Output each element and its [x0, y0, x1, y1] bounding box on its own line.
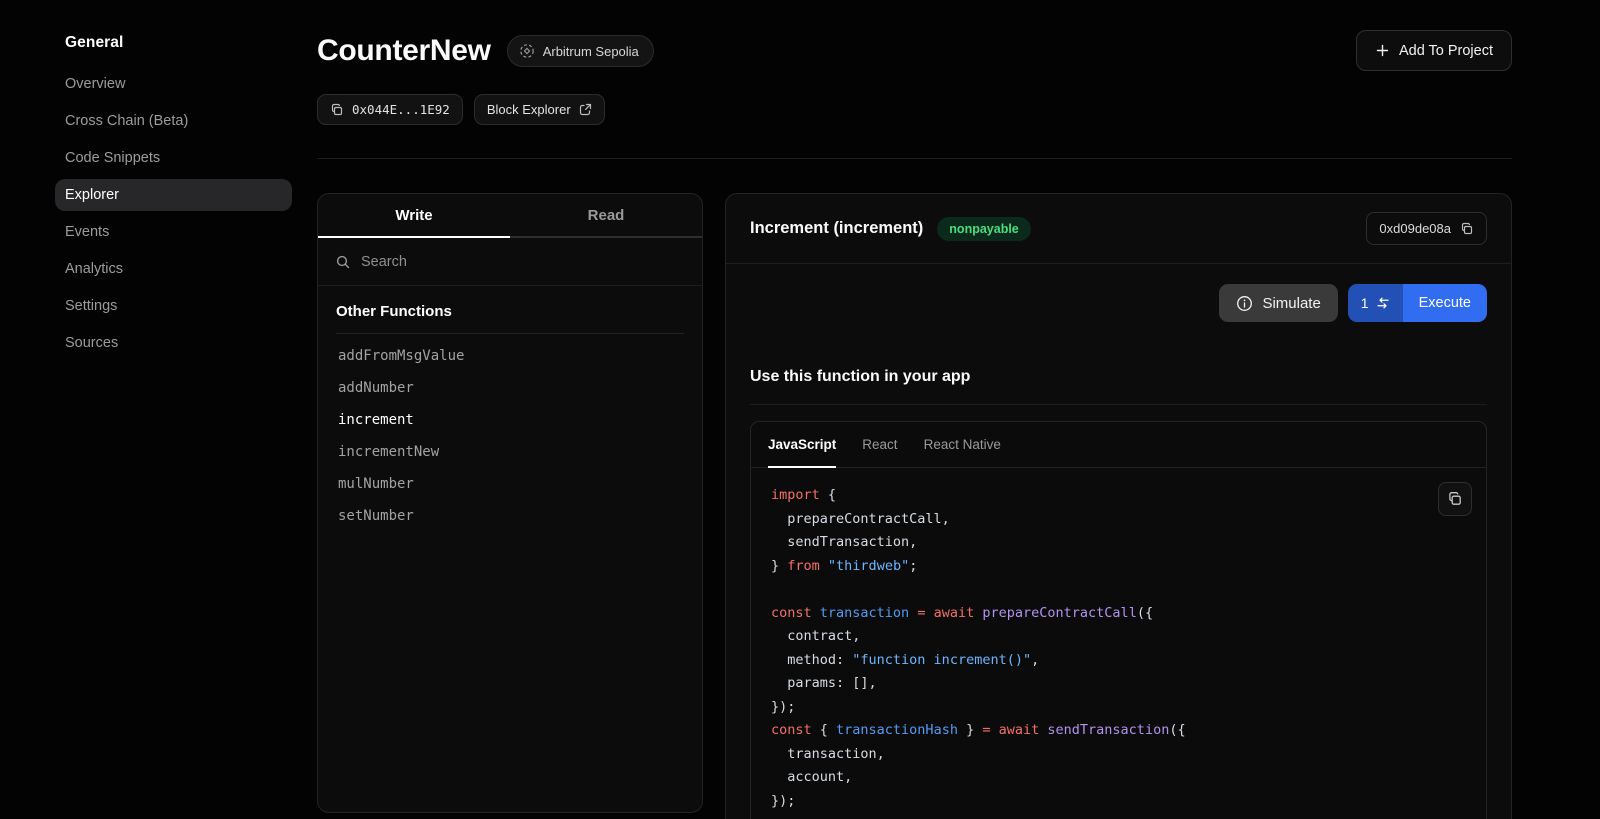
sidebar-item-events[interactable]: Events — [55, 216, 292, 248]
code-line: sendTransaction, — [771, 531, 1466, 555]
code-line: } from "thirdweb"; — [771, 555, 1466, 579]
function-detail-header: Increment (increment) nonpayable 0xd09de… — [726, 194, 1511, 264]
swap-arrows-icon — [1376, 297, 1390, 309]
code-line: import { — [771, 484, 1466, 508]
sidebar-item-analytics[interactable]: Analytics — [55, 253, 292, 285]
function-selector-value: 0xd09de08a — [1379, 221, 1451, 236]
function-item-setNumber[interactable]: setNumber — [336, 500, 684, 532]
function-item-addNumber[interactable]: addNumber — [336, 372, 684, 404]
contract-address-chip[interactable]: 0x044E...1E92 — [317, 94, 463, 125]
functions-panel: WriteRead Other Functions addFromMsgValu… — [317, 193, 703, 813]
code-block: import { prepareContractCall, sendTransa… — [751, 468, 1486, 819]
code-line — [771, 578, 1466, 602]
section-divider — [336, 333, 684, 334]
external-link-icon — [579, 103, 592, 116]
tab-read[interactable]: Read — [510, 194, 702, 236]
other-functions-heading: Other Functions — [336, 303, 684, 320]
sidebar-item-settings[interactable]: Settings — [55, 290, 292, 322]
code-line: prepareContractCall, — [771, 508, 1466, 532]
code-line: transaction, — [771, 743, 1466, 767]
sidebar-item-explorer[interactable]: Explorer — [55, 179, 292, 211]
function-item-incrementNew[interactable]: incrementNew — [336, 436, 684, 468]
page-title: CounterNew — [317, 34, 491, 68]
code-snippet-card: JavaScript React React Native import { pre… — [750, 421, 1487, 819]
function-item-addFromMsgValue[interactable]: addFromMsgValue — [336, 340, 684, 372]
contract-address-label: 0x044E...1E92 — [352, 102, 450, 117]
code-tab-react-native[interactable]: React Native — [924, 422, 1001, 467]
sidebar: General Overview Cross Chain (Beta) Code S… — [0, 0, 317, 819]
code-line: method: "function increment()", — [771, 649, 1466, 673]
plus-icon — [1375, 43, 1390, 58]
write-read-tabs: WriteRead — [318, 194, 702, 238]
code-line: account, — [771, 766, 1466, 790]
copy-icon — [1447, 491, 1463, 507]
sidebar-item-overview[interactable]: Overview — [55, 68, 292, 100]
code-line: contract, — [771, 625, 1466, 649]
simulate-label: Simulate — [1262, 295, 1320, 312]
copy-code-button[interactable] — [1438, 482, 1472, 516]
info-icon — [1236, 295, 1253, 312]
network-badge-label: Arbitrum Sepolia — [543, 44, 639, 59]
function-title: Increment (increment) — [750, 219, 923, 238]
function-item-mulNumber[interactable]: mulNumber — [336, 468, 684, 500]
block-explorer-button[interactable]: Block Explorer — [474, 94, 605, 125]
function-detail-panel: Increment (increment) nonpayable 0xd09de… — [725, 193, 1512, 819]
sidebar-item-code-snippets[interactable]: Code Snippets — [55, 142, 292, 174]
transaction-count-button[interactable]: 1 — [1348, 284, 1403, 322]
sidebar-item-sources[interactable]: Sources — [55, 327, 292, 359]
main-content: CounterNew Arbitrum Sepolia Add To Proje… — [317, 0, 1600, 819]
code-tab-react[interactable]: React — [862, 422, 897, 467]
function-item-increment[interactable]: increment — [336, 404, 684, 436]
search-input[interactable] — [361, 254, 685, 270]
usage-divider — [750, 404, 1487, 405]
code-tab-javascript[interactable]: JavaScript — [768, 422, 836, 467]
code-line: }); — [771, 696, 1466, 720]
function-search-row — [318, 238, 702, 286]
sidebar-nav: Overview Cross Chain (Beta) Code Snippets E… — [0, 68, 317, 359]
header-divider — [317, 158, 1512, 159]
header-title-row: CounterNew Arbitrum Sepolia Add To Proje… — [317, 30, 1512, 72]
copy-icon — [330, 103, 344, 117]
action-buttons-row: Simulate 1 — [726, 264, 1511, 322]
mutability-badge: nonpayable — [937, 217, 1030, 241]
code-line: }); — [771, 790, 1466, 814]
app-root: General Overview Cross Chain (Beta) Code S… — [0, 0, 1600, 819]
explorer-content: WriteRead Other Functions addFromMsgValu… — [317, 193, 1512, 819]
function-selector-chip[interactable]: 0xd09de08a — [1366, 212, 1487, 245]
copy-icon — [1460, 222, 1474, 236]
simulate-button[interactable]: Simulate — [1219, 284, 1337, 322]
code-line: const { transactionHash } = await sendTr… — [771, 719, 1466, 743]
execute-button[interactable]: Execute — [1403, 284, 1487, 322]
transaction-count: 1 — [1361, 295, 1369, 311]
block-explorer-label: Block Explorer — [487, 102, 571, 117]
sidebar-item-cross-chain-beta[interactable]: Cross Chain (Beta) — [55, 105, 292, 137]
other-functions-section: Other Functions addFromMsgValueaddNumber… — [318, 286, 702, 532]
function-list: addFromMsgValueaddNumberincrementincreme… — [336, 340, 684, 532]
search-icon — [335, 254, 351, 270]
code-text: import { prepareContractCall, sendTransa… — [771, 484, 1466, 813]
code-language-tabs: JavaScript React React Native — [751, 422, 1486, 468]
network-icon — [519, 43, 535, 59]
code-line: params: [], — [771, 672, 1466, 696]
tab-write[interactable]: Write — [318, 194, 510, 236]
contract-chip-row: 0x044E...1E92 Block Explorer — [317, 94, 1512, 125]
sidebar-heading: General — [65, 34, 317, 52]
execute-button-group: 1 Execute — [1348, 284, 1487, 322]
network-badge[interactable]: Arbitrum Sepolia — [507, 35, 654, 67]
add-to-project-label: Add To Project — [1399, 43, 1493, 59]
usage-heading: Use this function in your app — [750, 368, 1487, 386]
code-line: const transaction = await prepareContrac… — [771, 602, 1466, 626]
add-to-project-button[interactable]: Add To Project — [1356, 30, 1512, 71]
